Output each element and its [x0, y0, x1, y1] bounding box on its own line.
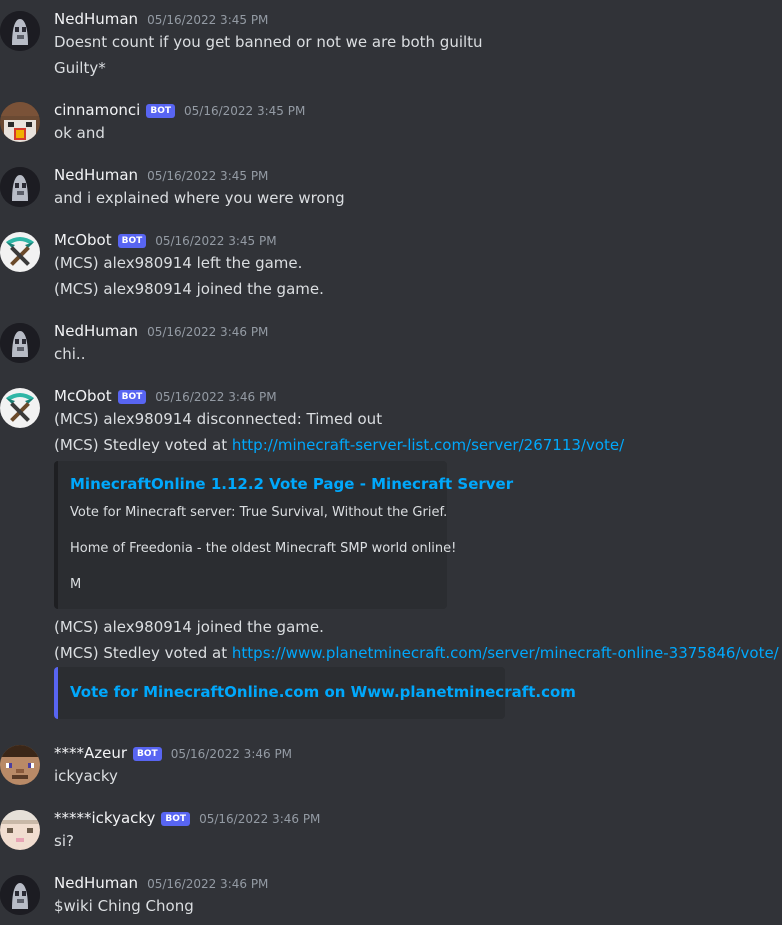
timestamp[interactable]: 05/16/2022 3:46 PM — [147, 325, 268, 339]
message-header: *****ickyacky BOT 05/16/2022 3:46 PM — [54, 809, 320, 828]
username[interactable]: McObot — [54, 387, 112, 405]
message-header: ****Azeur BOT 05/16/2022 3:46 PM — [54, 744, 292, 763]
avatar[interactable] — [0, 388, 40, 428]
embed-description: M — [70, 577, 82, 592]
username[interactable]: NedHuman — [54, 874, 138, 892]
message-text: (MCS) Stedley voted at http://minecraft-… — [54, 435, 624, 455]
vote-prefix: (MCS) Stedley voted at — [54, 436, 232, 454]
chat-message-list: NedHuman 05/16/2022 3:45 PM Doesnt count… — [0, 0, 782, 925]
ghost-skin-icon — [0, 11, 40, 51]
username[interactable]: cinnamonci — [54, 101, 140, 119]
timestamp[interactable]: 05/16/2022 3:46 PM — [155, 390, 276, 404]
username[interactable]: NedHuman — [54, 166, 138, 184]
avatar[interactable] — [0, 102, 40, 142]
username[interactable]: NedHuman — [54, 322, 138, 340]
ghost-skin-icon — [0, 323, 40, 363]
link-embed: Vote for MinecraftOnline.com on Www.plan… — [54, 667, 576, 719]
avatar[interactable] — [0, 167, 40, 207]
message-header: NedHuman 05/16/2022 3:46 PM — [54, 322, 268, 340]
blocky-face-icon — [0, 102, 40, 142]
username[interactable]: *****ickyacky — [54, 809, 155, 827]
diamond-pickaxe-icon — [0, 232, 40, 272]
timestamp[interactable]: 05/16/2022 3:45 PM — [147, 169, 268, 183]
message-header: NedHuman 05/16/2022 3:45 PM — [54, 166, 268, 184]
bot-badge: BOT — [146, 104, 175, 118]
message-header: McObot BOT 05/16/2022 3:46 PM — [54, 387, 277, 406]
avatar[interactable] — [0, 323, 40, 363]
message-text: ickyacky — [54, 767, 118, 785]
ghost-skin-icon — [0, 875, 40, 915]
timestamp[interactable]: 05/16/2022 3:45 PM — [155, 234, 276, 248]
message-header: cinnamonci BOT 05/16/2022 3:45 PM — [54, 101, 305, 120]
timestamp[interactable]: 05/16/2022 3:46 PM — [171, 747, 292, 761]
avatar[interactable] — [0, 232, 40, 272]
username[interactable]: NedHuman — [54, 10, 138, 28]
embed-description: Home of Freedonia - the oldest Minecraft… — [70, 541, 457, 556]
bot-badge: BOT — [133, 747, 162, 761]
link-embed: MinecraftOnline 1.12.2 Vote Page - Minec… — [54, 461, 513, 609]
username[interactable]: McObot — [54, 231, 112, 249]
message-text: chi.. — [54, 345, 86, 363]
ghost-skin-icon — [0, 167, 40, 207]
embed-title[interactable]: MinecraftOnline 1.12.2 Vote Page - Minec… — [70, 475, 513, 493]
message-text: and i explained where you were wrong — [54, 189, 345, 207]
message-text: (MCS) alex980914 joined the game. — [54, 618, 324, 636]
avatar[interactable] — [0, 875, 40, 915]
timestamp[interactable]: 05/16/2022 3:46 PM — [199, 812, 320, 826]
timestamp[interactable]: 05/16/2022 3:45 PM — [147, 13, 268, 27]
message-header: NedHuman 05/16/2022 3:46 PM — [54, 874, 268, 892]
message-text: (MCS) alex980914 left the game. — [54, 254, 303, 272]
bot-badge: BOT — [117, 234, 147, 248]
embed-title[interactable]: Vote for MinecraftOnline.com on Www.plan… — [70, 683, 576, 701]
avatar[interactable] — [0, 11, 40, 51]
message-header: NedHuman 05/16/2022 3:45 PM — [54, 10, 268, 28]
pale-face-icon — [0, 810, 40, 850]
avatar[interactable] — [0, 745, 40, 785]
message-text: Guilty* — [54, 59, 106, 77]
message-text: $wiki Ching Chong — [54, 897, 194, 915]
message-header: McObot BOT 05/16/2022 3:45 PM — [54, 231, 277, 250]
bot-badge: BOT — [117, 390, 147, 404]
vote-prefix: (MCS) Stedley voted at — [54, 644, 232, 662]
timestamp[interactable]: 05/16/2022 3:46 PM — [147, 877, 268, 891]
message-text: ok and — [54, 124, 105, 142]
message-text: si? — [54, 832, 74, 850]
message-text: (MCS) alex980914 joined the game. — [54, 280, 324, 298]
message-text: Doesnt count if you get banned or not we… — [54, 33, 483, 51]
diamond-pickaxe-icon — [0, 388, 40, 428]
username[interactable]: ****Azeur — [54, 744, 127, 762]
vote-link[interactable]: http://minecraft-server-list.com/server/… — [232, 436, 624, 454]
message-text: (MCS) alex980914 disconnected: Timed out — [54, 410, 383, 428]
message-text: (MCS) Stedley voted at https://www.plane… — [54, 643, 779, 663]
vote-link[interactable]: https://www.planetminecraft.com/server/m… — [232, 644, 779, 662]
steve-face-icon — [0, 745, 40, 785]
avatar[interactable] — [0, 810, 40, 850]
timestamp[interactable]: 05/16/2022 3:45 PM — [184, 104, 305, 118]
embed-description: Vote for Minecraft server: True Survival… — [70, 505, 448, 520]
bot-badge: BOT — [161, 812, 191, 826]
